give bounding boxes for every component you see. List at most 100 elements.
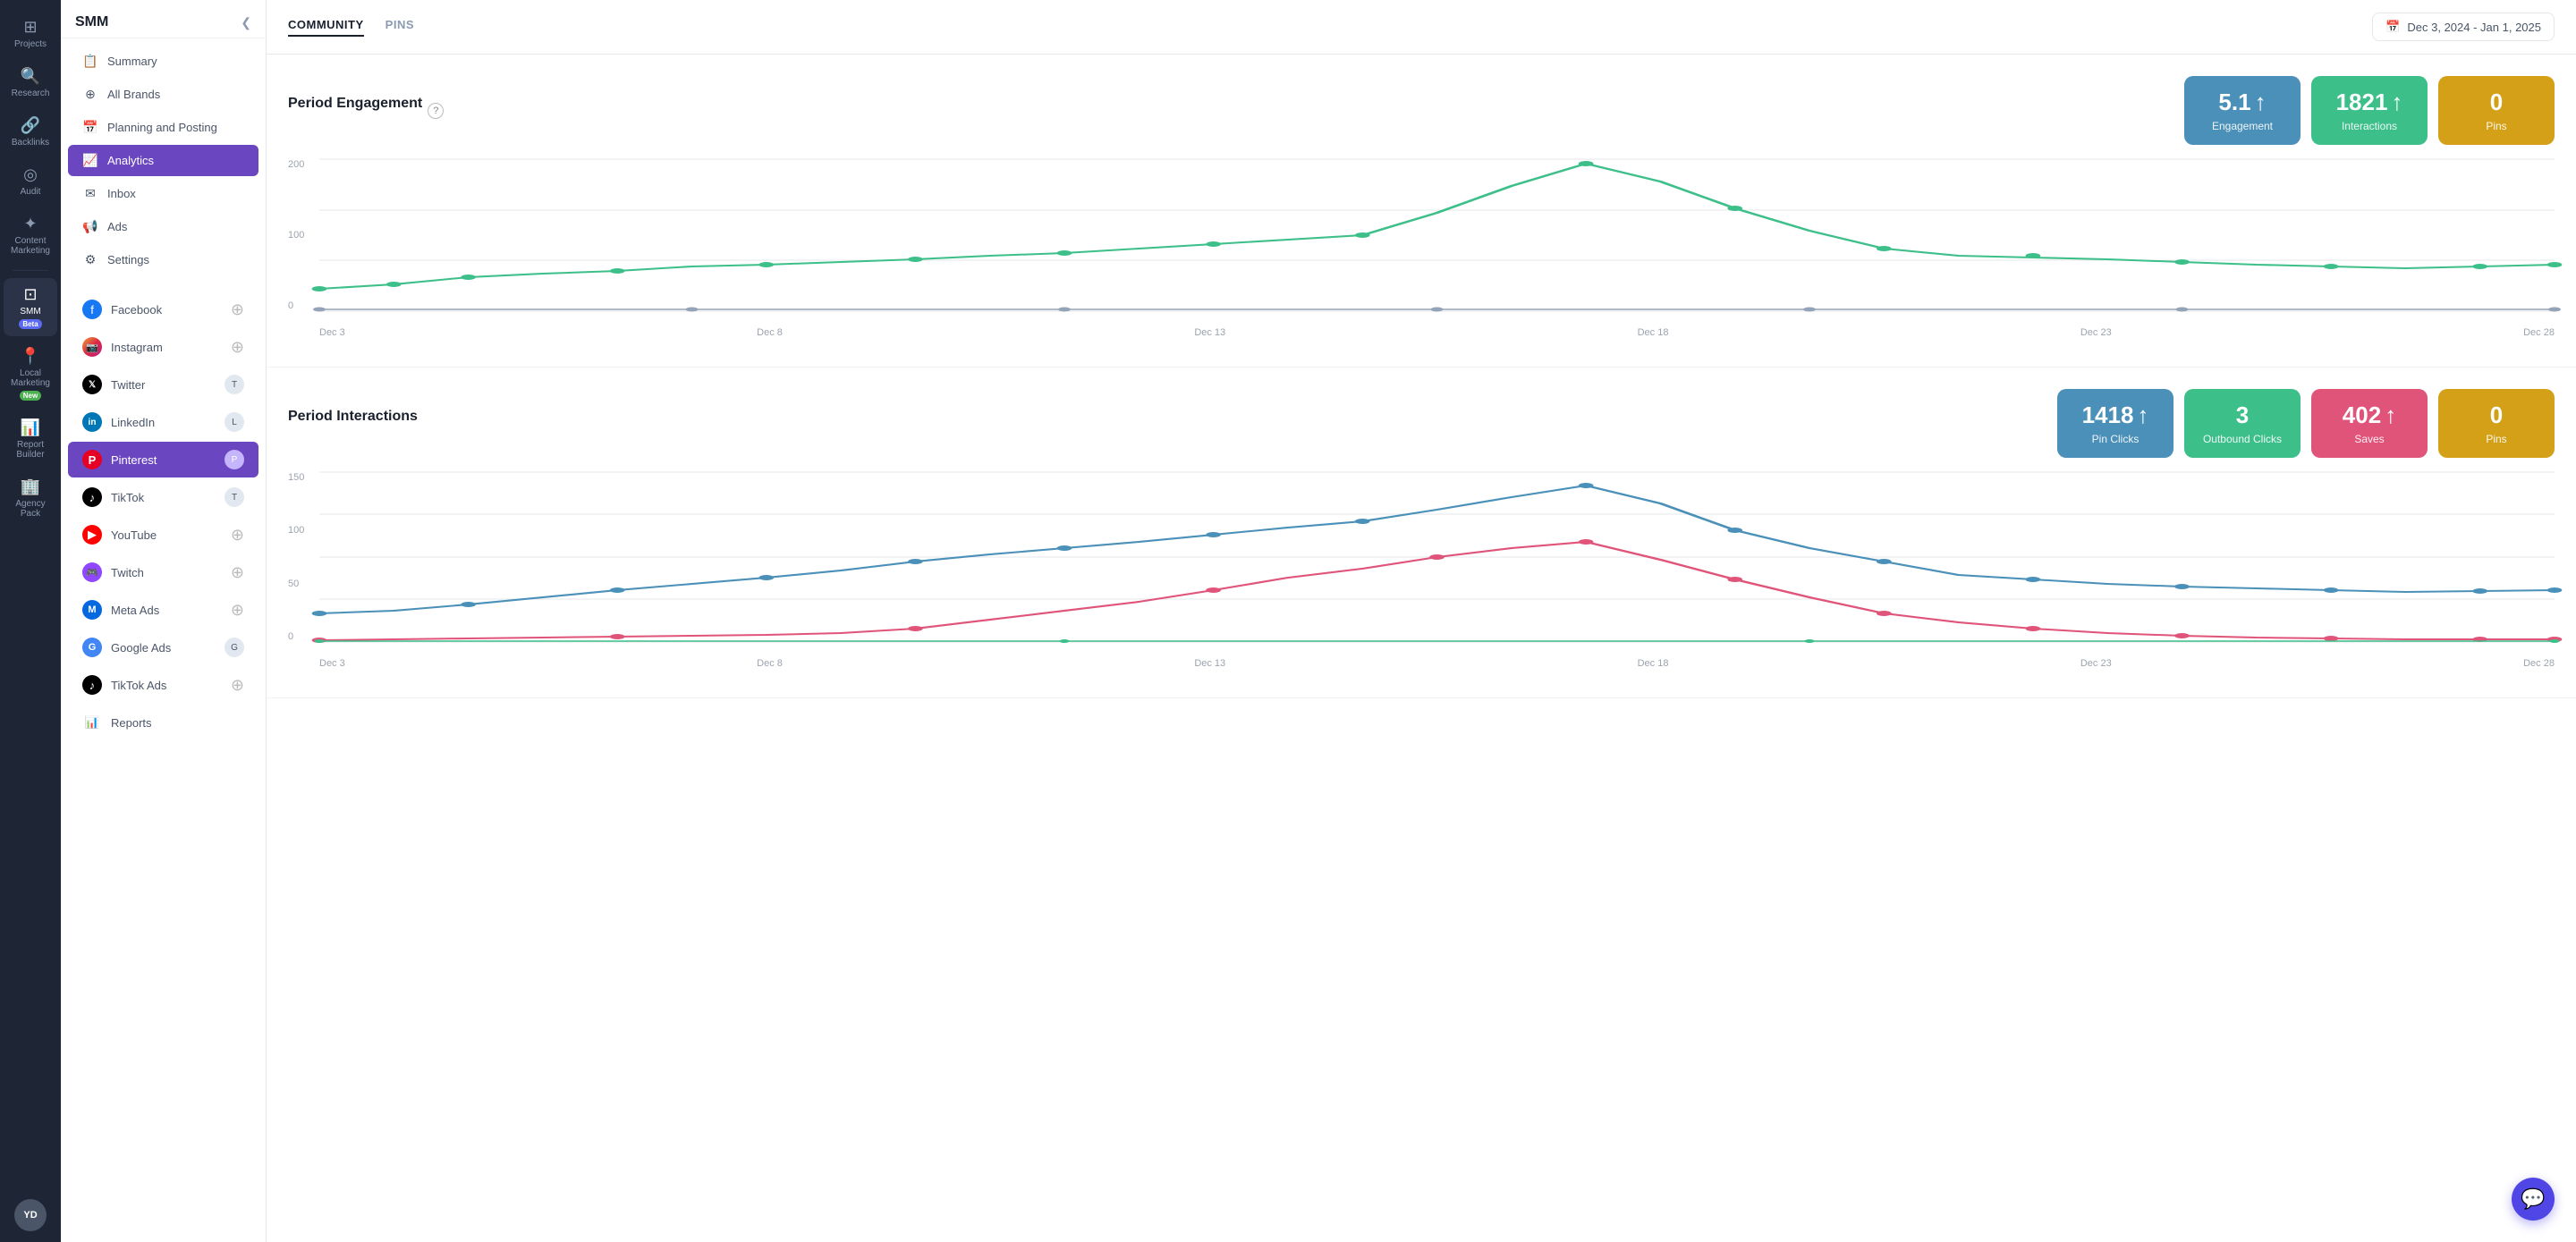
pins-interactions-card: 0 Pins	[2438, 389, 2555, 458]
social-item-instagram[interactable]: 📷 Instagram ⊕	[68, 329, 258, 365]
agency-pack-icon: 🏢	[21, 477, 40, 496]
social-label-facebook: Facebook	[111, 303, 222, 317]
social-item-tiktok[interactable]: ♪ TikTok T	[68, 479, 258, 515]
sidebar-item-analytics[interactable]: 📈 Analytics	[68, 145, 258, 176]
facebook-icon: f	[82, 300, 102, 319]
engagement-info-icon[interactable]: ?	[428, 103, 444, 119]
sidebar-header: SMM ❮	[61, 0, 266, 38]
x-label-dec28-int: Dec 28	[2523, 658, 2555, 669]
tiktok-ads-add-button[interactable]: ⊕	[231, 676, 244, 695]
sidebar-item-ads[interactable]: 📢 Ads	[68, 211, 258, 242]
sidebar-label-analytics: Analytics	[107, 154, 154, 167]
interactions-metric-card: 1821↑ Interactions	[2311, 76, 2428, 145]
period-interactions-section: Period Interactions 1418↑ Pin Clicks 3 O…	[267, 368, 2576, 698]
settings-icon: ⚙	[82, 252, 98, 267]
nav-label-audit: Audit	[21, 187, 41, 197]
nav-label-research: Research	[12, 89, 50, 98]
local-marketing-icon: 📍	[21, 347, 40, 366]
sidebar-title: SMM	[75, 14, 108, 30]
linkedin-avatar: L	[225, 412, 244, 432]
nav-label-smm: SMM	[20, 307, 40, 317]
tab-community[interactable]: COMMUNITY	[288, 18, 364, 37]
social-label-youtube: YouTube	[111, 528, 222, 542]
social-item-youtube[interactable]: ▶ YouTube ⊕	[68, 517, 258, 553]
instagram-add-button[interactable]: ⊕	[231, 338, 244, 357]
engagement-y-labels: 200 100 0	[288, 159, 315, 311]
sidebar-item-inbox[interactable]: ✉ Inbox	[68, 178, 258, 209]
chat-icon: 💬	[2521, 1187, 2545, 1211]
nav-item-local-marketing[interactable]: 📍 Local Marketing New	[4, 340, 57, 408]
outbound-clicks-label: Outbound Clicks	[2202, 433, 2283, 445]
sidebar-item-settings[interactable]: ⚙ Settings	[68, 244, 258, 275]
sidebar-label-inbox: Inbox	[107, 187, 136, 200]
sidebar-item-planning-posting[interactable]: 📅 Planning and Posting	[68, 112, 258, 143]
sidebar-item-all-brands[interactable]: ⊕ All Brands	[68, 79, 258, 110]
google-ads-avatar: G	[225, 638, 244, 657]
pins-interactions-value: 0	[2456, 401, 2537, 429]
x-label-dec23-int: Dec 23	[2080, 658, 2112, 669]
twitch-add-button[interactable]: ⊕	[231, 563, 244, 582]
social-item-pinterest[interactable]: P Pinterest P	[68, 442, 258, 477]
social-item-meta-ads[interactable]: M Meta Ads ⊕	[68, 592, 258, 628]
engagement-chart-svg	[319, 159, 2555, 311]
social-label-tiktok: TikTok	[111, 491, 216, 504]
interactions-chart-container: 150 100 50 0	[288, 472, 2555, 669]
social-item-tiktok-ads[interactable]: ♪ TikTok Ads ⊕	[68, 667, 258, 703]
sidebar-label-all-brands: All Brands	[107, 88, 160, 101]
y-label-50: 50	[288, 579, 315, 589]
chat-bubble-button[interactable]: 💬	[2512, 1178, 2555, 1221]
nav-item-report-builder[interactable]: 📊 Report Builder	[4, 411, 57, 467]
x-label-dec13-int: Dec 13	[1194, 658, 1225, 669]
social-item-facebook[interactable]: f Facebook ⊕	[68, 291, 258, 327]
nav-item-backlinks[interactable]: 🔗 Backlinks	[4, 109, 57, 155]
x-label-dec3: Dec 3	[319, 327, 345, 338]
nav-item-smm[interactable]: ⊡ SMM Beta	[4, 278, 57, 336]
smm-badge: Beta	[19, 319, 41, 329]
google-ads-icon: G	[82, 638, 102, 657]
backlinks-icon: 🔗	[21, 116, 40, 135]
facebook-add-button[interactable]: ⊕	[231, 300, 244, 319]
ads-icon: 📢	[82, 219, 98, 234]
x-label-dec13: Dec 13	[1194, 327, 1225, 338]
x-label-dec18-int: Dec 18	[1638, 658, 1669, 669]
nav-item-content-marketing[interactable]: ✦ Content Marketing	[4, 207, 57, 263]
social-item-google-ads[interactable]: G Google Ads G	[68, 629, 258, 665]
period-engagement-section: Period Engagement ? 5.1↑ Engagement 1821…	[267, 55, 2576, 368]
icon-nav: ⊞ Projects 🔍 Research 🔗 Backlinks ◎ Audi…	[0, 0, 61, 1242]
nav-item-audit[interactable]: ◎ Audit	[4, 158, 57, 204]
user-avatar[interactable]: YD	[14, 1199, 47, 1231]
social-label-twitch: Twitch	[111, 566, 222, 579]
social-item-twitch[interactable]: 🎮 Twitch ⊕	[68, 554, 258, 590]
summary-icon: 📋	[82, 54, 98, 69]
twitch-icon: 🎮	[82, 562, 102, 582]
sidebar-label-planning-posting: Planning and Posting	[107, 121, 217, 134]
twitter-icon: 𝕏	[82, 375, 102, 394]
meta-ads-add-button[interactable]: ⊕	[231, 601, 244, 620]
sidebar-item-summary[interactable]: 📋 Summary	[68, 46, 258, 77]
y-label-0: 0	[288, 300, 315, 311]
tab-pins[interactable]: PINS	[386, 18, 414, 37]
social-label-linkedin: LinkedIn	[111, 416, 216, 429]
social-label-instagram: Instagram	[111, 341, 222, 354]
pins-interactions-label: Pins	[2456, 433, 2537, 445]
pins-engagement-label: Pins	[2456, 120, 2537, 132]
nav-item-agency-pack[interactable]: 🏢 Agency Pack	[4, 470, 57, 526]
collapse-button[interactable]: ❮	[241, 15, 251, 30]
pin-clicks-value: 1418↑	[2075, 401, 2156, 429]
social-item-linkedin[interactable]: in LinkedIn L	[68, 404, 258, 440]
date-picker[interactable]: 📅 Dec 3, 2024 - Jan 1, 2025	[2372, 13, 2555, 41]
pins-metric-card-engagement: 0 Pins	[2438, 76, 2555, 145]
tiktok-icon: ♪	[82, 487, 102, 507]
all-brands-icon: ⊕	[82, 87, 98, 102]
social-label-google-ads: Google Ads	[111, 641, 216, 655]
social-item-reports[interactable]: 📊 Reports	[68, 705, 258, 740]
social-item-twitter[interactable]: 𝕏 Twitter T	[68, 367, 258, 402]
content-marketing-icon: ✦	[23, 215, 37, 233]
nav-item-research[interactable]: 🔍 Research	[4, 60, 57, 106]
social-label-meta-ads: Meta Ads	[111, 604, 222, 617]
nav-item-projects[interactable]: ⊞ Projects	[4, 11, 57, 56]
nav-label-report-builder: Report Builder	[7, 440, 54, 460]
youtube-add-button[interactable]: ⊕	[231, 526, 244, 545]
analytics-icon: 📈	[82, 153, 98, 168]
social-label-twitter: Twitter	[111, 378, 216, 392]
